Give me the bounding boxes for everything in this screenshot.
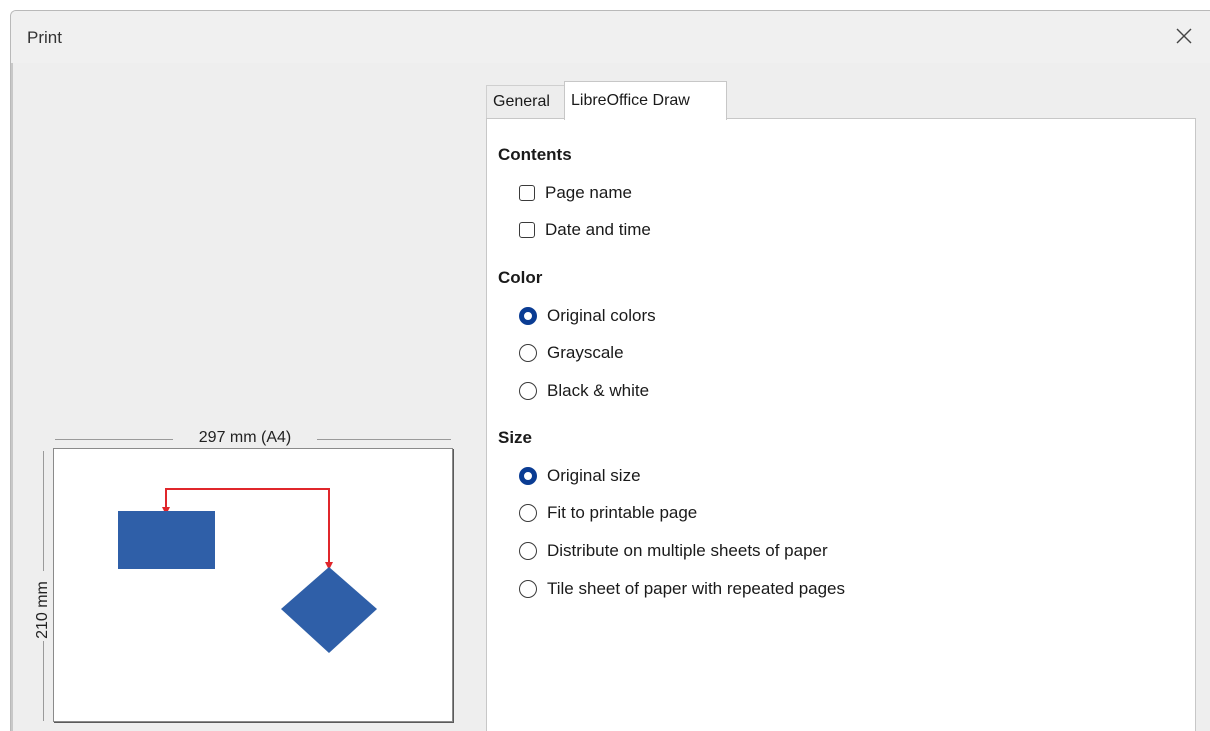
black-and-white-label: Black & white xyxy=(547,381,650,400)
title-bar: Print xyxy=(11,11,1210,63)
diamond-shape xyxy=(281,567,377,653)
original-colors-label: Original colors xyxy=(547,306,656,325)
original-colors-radio[interactable] xyxy=(519,307,537,325)
libreoffice-draw-options-panel: Contents Page name Date and time Color O… xyxy=(486,118,1196,731)
fit-to-printable-page-radio[interactable] xyxy=(519,504,537,522)
rectangle-shape xyxy=(118,511,215,569)
height-dimension-line-top xyxy=(43,451,44,571)
panel-edge xyxy=(11,63,13,731)
fit-to-printable-page-option[interactable]: Fit to printable page xyxy=(519,500,697,526)
distribute-on-multiple-sheets-radio[interactable] xyxy=(519,542,537,560)
page-width-label: 297 mm (A4) xyxy=(198,429,292,446)
close-button[interactable] xyxy=(1169,21,1199,51)
distribute-on-multiple-sheets-label: Distribute on multiple sheets of paper xyxy=(547,541,828,560)
original-size-option[interactable]: Original size xyxy=(519,463,641,489)
height-dimension-line-bottom xyxy=(43,641,44,721)
close-icon xyxy=(1176,28,1192,44)
width-dimension-line-right xyxy=(317,439,451,440)
contents-heading: Contents xyxy=(498,145,572,164)
grayscale-radio[interactable] xyxy=(519,344,537,362)
width-dimension-line-left xyxy=(55,439,173,440)
fit-to-printable-page-label: Fit to printable page xyxy=(547,503,698,522)
tile-sheet-label: Tile sheet of paper with repeated pages xyxy=(547,579,846,598)
original-colors-option[interactable]: Original colors xyxy=(519,303,656,329)
date-and-time-option[interactable]: Date and time xyxy=(519,217,651,243)
print-dialog: Print 297 mm (A4) 210 mm General LibreOf… xyxy=(10,10,1210,731)
original-size-label: Original size xyxy=(547,466,641,485)
tab-general[interactable]: General xyxy=(486,85,566,119)
distribute-on-multiple-sheets-option[interactable]: Distribute on multiple sheets of paper xyxy=(519,538,828,564)
black-and-white-option[interactable]: Black & white xyxy=(519,378,649,404)
dialog-title: Print xyxy=(27,28,62,47)
black-and-white-radio[interactable] xyxy=(519,382,537,400)
tile-sheet-option[interactable]: Tile sheet of paper with repeated pages xyxy=(519,576,845,602)
page-height-label: 210 mm xyxy=(34,581,51,639)
grayscale-option[interactable]: Grayscale xyxy=(519,340,624,366)
date-and-time-label: Date and time xyxy=(545,220,651,239)
page-name-label: Page name xyxy=(545,183,632,202)
tab-libreoffice-draw[interactable]: LibreOffice Draw xyxy=(564,81,727,120)
color-heading: Color xyxy=(498,268,543,287)
date-and-time-checkbox[interactable] xyxy=(519,222,535,238)
page-preview xyxy=(53,448,453,722)
page-name-checkbox[interactable] xyxy=(519,185,535,201)
preview-drawing xyxy=(118,488,377,653)
preview-panel: 297 mm (A4) 210 mm xyxy=(11,63,476,731)
original-size-radio[interactable] xyxy=(519,467,537,485)
tile-sheet-radio[interactable] xyxy=(519,580,537,598)
size-heading: Size xyxy=(498,428,533,447)
page-name-option[interactable]: Page name xyxy=(519,180,632,206)
grayscale-label: Grayscale xyxy=(547,343,624,362)
